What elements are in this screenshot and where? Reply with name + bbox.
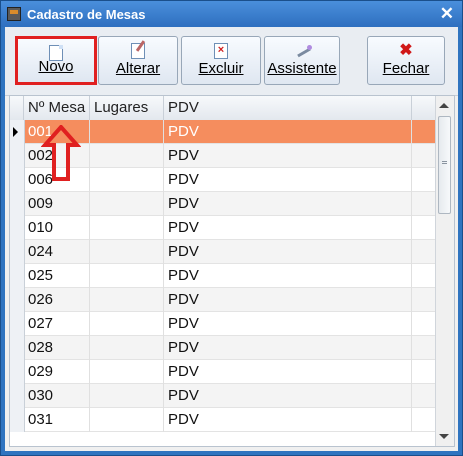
row-indicator[interactable] [10, 264, 25, 288]
cell-pdv[interactable]: PDV [164, 312, 412, 336]
client-area: Novo Alterar × Excluir Assistente ✖ Fech… [5, 27, 458, 451]
cell-lugares[interactable] [90, 120, 164, 144]
row-indicator[interactable] [10, 312, 25, 336]
cell-lugares[interactable] [90, 288, 164, 312]
table-row[interactable]: 024 PDV [10, 240, 436, 264]
assistente-button-label: Assistente [267, 60, 337, 77]
column-header-mesa[interactable]: Nº Mesa [24, 96, 90, 120]
current-row-pointer-icon [13, 127, 18, 137]
delete-icon: × [214, 43, 228, 59]
close-icon: ✖ [399, 42, 413, 59]
cell-pdv[interactable]: PDV [164, 408, 412, 432]
column-header-pdv[interactable]: PDV [164, 96, 412, 120]
fechar-button-label: Fechar [382, 60, 430, 77]
excluir-button[interactable]: × Excluir [181, 36, 261, 85]
grip-icon [442, 161, 447, 162]
table-row[interactable]: 025 PDV [10, 264, 436, 288]
cell-mesa[interactable]: 009 [24, 192, 90, 216]
row-indicator[interactable] [10, 384, 25, 408]
header-indicator-cell [10, 96, 24, 120]
cell-pdv[interactable]: PDV [164, 384, 412, 408]
table-row[interactable]: 029 PDV [10, 360, 436, 384]
cell-pdv[interactable]: PDV [164, 144, 412, 168]
table-row[interactable]: 027 PDV [10, 312, 436, 336]
cell-lugares[interactable] [90, 360, 164, 384]
row-indicator[interactable] [10, 168, 25, 192]
scrollbar-thumb[interactable] [438, 116, 451, 214]
window-title: Cadastro de Mesas [27, 7, 146, 22]
alterar-button[interactable]: Alterar [98, 36, 178, 85]
row-indicator[interactable] [10, 144, 25, 168]
cadastro-de-mesas-window: Cadastro de Mesas ✕ Novo Alterar × Exclu… [0, 0, 463, 456]
table-row[interactable]: 031 PDV [10, 408, 436, 432]
assistente-button[interactable]: Assistente [264, 36, 340, 85]
cell-pdv[interactable]: PDV [164, 360, 412, 384]
excluir-button-label: Excluir [198, 60, 244, 77]
row-indicator[interactable] [10, 240, 25, 264]
cell-lugares[interactable] [90, 168, 164, 192]
row-indicator[interactable] [10, 192, 25, 216]
cell-mesa[interactable]: 027 [24, 312, 90, 336]
alterar-button-label: Alterar [115, 60, 161, 77]
table-row[interactable]: 028 PDV [10, 336, 436, 360]
fechar-button[interactable]: ✖ Fechar [367, 36, 445, 85]
row-indicator[interactable] [10, 288, 25, 312]
toolbar: Novo Alterar × Excluir Assistente ✖ Fech… [5, 27, 458, 96]
cell-mesa[interactable]: 029 [24, 360, 90, 384]
cell-lugares[interactable] [90, 144, 164, 168]
table-row[interactable]: 009 PDV [10, 192, 436, 216]
cell-pdv[interactable]: PDV [164, 216, 412, 240]
edit-icon [131, 43, 145, 59]
cell-lugares[interactable] [90, 408, 164, 432]
novo-button-label: Novo [38, 58, 74, 75]
title-bar[interactable]: Cadastro de Mesas ✕ [1, 1, 462, 27]
vertical-scrollbar[interactable] [435, 96, 454, 446]
cell-mesa[interactable]: 026 [24, 288, 90, 312]
novo-button[interactable]: Novo [15, 36, 97, 85]
close-window-button[interactable]: ✕ [440, 4, 454, 24]
wizard-icon [295, 43, 312, 59]
cell-lugares[interactable] [90, 384, 164, 408]
row-indicator[interactable] [10, 216, 25, 240]
cell-mesa[interactable]: 028 [24, 336, 90, 360]
red-up-arrow-icon [41, 125, 81, 181]
row-indicator[interactable] [10, 360, 25, 384]
cell-lugares[interactable] [90, 336, 164, 360]
cell-mesa[interactable]: 031 [24, 408, 90, 432]
row-indicator[interactable] [10, 120, 25, 144]
cell-mesa[interactable]: 024 [24, 240, 90, 264]
cell-lugares[interactable] [90, 312, 164, 336]
app-icon [7, 7, 21, 21]
cell-pdv[interactable]: PDV [164, 168, 412, 192]
cell-lugares[interactable] [90, 240, 164, 264]
table-row[interactable]: 010 PDV [10, 216, 436, 240]
cell-pdv[interactable]: PDV [164, 240, 412, 264]
cell-pdv[interactable]: PDV [164, 192, 412, 216]
column-header-lugares[interactable]: Lugares [90, 96, 164, 120]
table-row[interactable]: 030 PDV [10, 384, 436, 408]
cell-mesa[interactable]: 025 [24, 264, 90, 288]
row-indicator[interactable] [10, 336, 25, 360]
cell-pdv[interactable]: PDV [164, 288, 412, 312]
grid-header: Nº Mesa Lugares PDV [10, 96, 436, 121]
scroll-down-icon[interactable] [439, 434, 449, 439]
table-row[interactable]: 026 PDV [10, 288, 436, 312]
cell-pdv[interactable]: PDV [164, 336, 412, 360]
cell-pdv[interactable]: PDV [164, 120, 412, 144]
cell-lugares[interactable] [90, 264, 164, 288]
row-indicator[interactable] [10, 408, 25, 432]
cell-lugares[interactable] [90, 192, 164, 216]
cell-mesa[interactable]: 030 [24, 384, 90, 408]
cell-pdv[interactable]: PDV [164, 264, 412, 288]
cell-lugares[interactable] [90, 216, 164, 240]
scroll-up-icon[interactable] [439, 103, 449, 108]
cell-mesa[interactable]: 010 [24, 216, 90, 240]
